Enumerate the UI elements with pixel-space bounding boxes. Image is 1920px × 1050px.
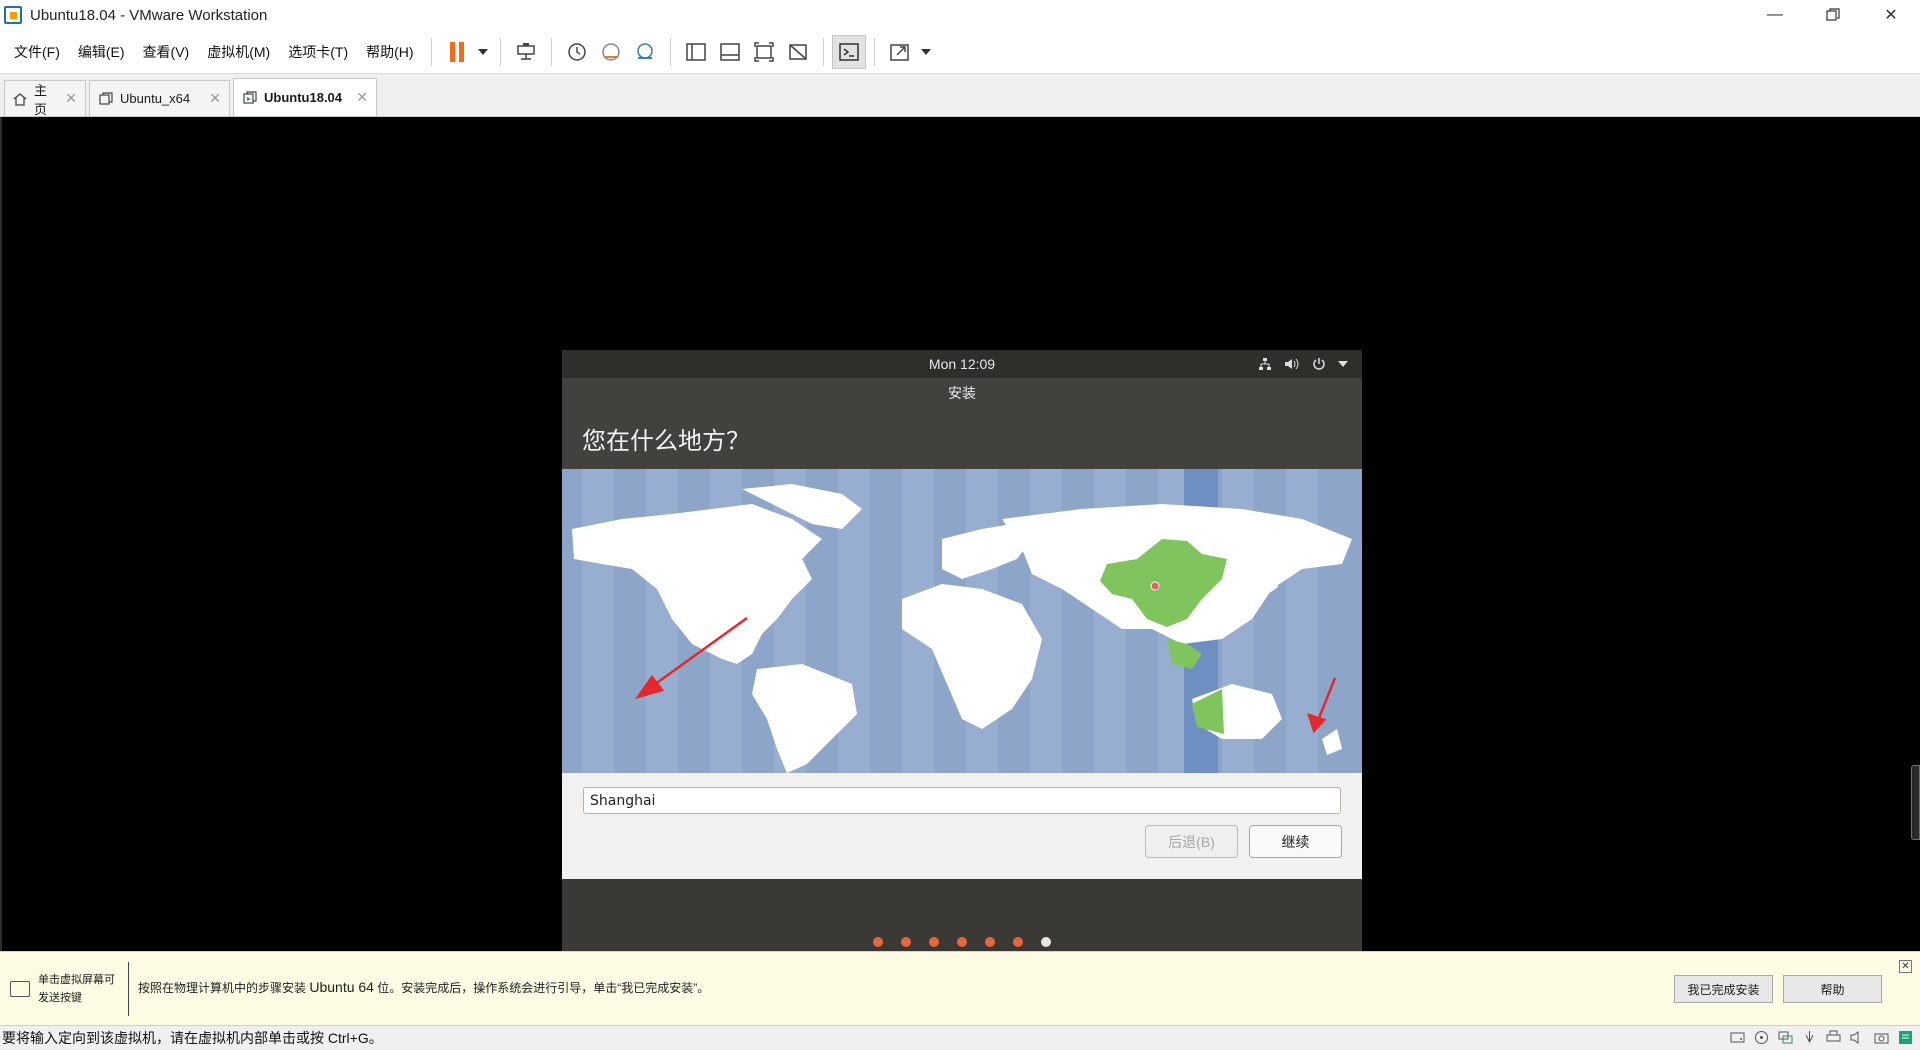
menu-toolbar: 文件(F) 编辑(E) 查看(V) 虚拟机(M) 选项卡(T) 帮助(H) [0,30,1920,74]
title-bar: Ubuntu18.04 - VMware Workstation — ✕ [0,0,1920,30]
tab-home[interactable]: 主页 ✕ [4,80,86,117]
pause-button[interactable] [440,35,474,69]
snapshot-button[interactable] [560,35,594,69]
arrow-head [634,674,665,700]
pause-icon [449,41,464,62]
vmware-logo-icon [4,6,22,24]
revert-snapshot-button[interactable] [594,35,628,69]
tab-label: Ubuntu_x64 [120,91,191,106]
vm-console[interactable]: Mon 12:09 安装 您在什么地方？ Shanghai 后退(B) 继续 [0,117,1920,951]
vm-edge-handle[interactable] [1911,765,1920,840]
tab-label: 主页 [34,82,48,117]
close-icon[interactable]: ✕ [1899,960,1912,973]
unity-mode-button[interactable] [781,35,815,69]
menu-help[interactable]: 帮助(H) [357,42,422,62]
full-screen-button[interactable] [747,35,781,69]
close-button[interactable]: ✕ [1862,0,1920,30]
menu-view[interactable]: 查看(V) [134,42,199,62]
show-library-button[interactable] [679,35,713,69]
revert-clock-icon [601,42,620,61]
hint-left-line2: 发送按键 [38,992,82,1004]
full-screen-icon [753,41,774,62]
window-title: Ubuntu18.04 - VMware Workstation [30,6,268,24]
toolbar-separator [669,37,671,66]
console-view-button[interactable] [831,34,866,69]
tab-ubuntu18[interactable]: Ubuntu18.04 ✕ [233,78,377,116]
tab-ubuntu-x64[interactable]: Ubuntu_x64 ✕ [89,80,230,116]
chevron-down-icon [920,48,931,55]
send-ctrl-alt-del-button[interactable] [509,35,543,69]
tab-label: Ubuntu18.04 [264,90,343,105]
menu-vm[interactable]: 虚拟机(M) [198,42,279,62]
usb-icon[interactable] [1801,1029,1818,1046]
chevron-down-icon [477,48,488,55]
menu-tabs[interactable]: 选项卡(T) [279,42,357,62]
hard-disk-icon[interactable] [1729,1029,1746,1046]
close-icon[interactable]: ✕ [195,90,221,107]
vm-icon [98,91,113,106]
toolbar-separator [499,37,501,66]
toolbar-separator [822,37,824,66]
tab-bar: 主页 ✕ Ubuntu_x64 ✕ Ubuntu18.04 ✕ [0,75,1920,117]
sidebar-layout-icon [685,42,706,61]
stretch-guest-button[interactable] [883,35,917,69]
hint-divider [128,962,129,1016]
thumbnail-bar-button[interactable] [713,35,747,69]
install-hint-bar: 单击虚拟屏幕可 发送按键 按照在物理计算机中的步骤安装 Ubuntu 64 位。… [0,951,1920,1025]
unity-mode-icon [788,43,807,60]
hint-left-line1: 单击虚拟屏幕可 [38,974,115,986]
restore-button[interactable] [1804,0,1862,30]
menu-edit[interactable]: 编辑(E) [69,42,134,62]
minimize-button[interactable]: — [1746,0,1804,30]
terminal-icon [838,42,859,61]
status-bar: 要将输入定向到该虚拟机，请在虚拟机内部单击或按 Ctrl+G。 [0,1025,1920,1050]
help-button[interactable]: 帮助 [1783,975,1882,1003]
keyboard-network-icon [516,42,535,60]
snapshot-clock-icon [567,42,586,61]
sound-card-icon[interactable] [1849,1029,1866,1046]
bottom-bar-layout-icon [719,42,740,61]
camera-icon[interactable] [1873,1029,1890,1046]
hint-message: 按照在物理计算机中的步骤安装 Ubuntu 64 位。安装完成后，操作系统会进行… [138,979,709,996]
menu-file[interactable]: 文件(F) [5,42,69,62]
toolbar-separator [550,37,552,66]
keyboard-icon [10,981,30,997]
stretch-dropdown[interactable] [917,35,935,69]
toolbar-separator [873,37,875,66]
done-install-button[interactable]: 我已完成安装 [1674,975,1773,1003]
message-log-icon[interactable] [1897,1029,1914,1046]
pause-dropdown[interactable] [474,35,492,69]
hint-os-name: Ubuntu 64 [309,979,374,995]
annotation-arrows [634,616,1337,734]
close-icon[interactable]: ✕ [51,90,77,107]
status-text: 要将输入定向到该虚拟机，请在虚拟机内部单击或按 Ctrl+G。 [2,1030,383,1046]
cd-dvd-icon[interactable] [1753,1029,1770,1046]
arrow-head [1307,713,1327,734]
printer-icon[interactable] [1825,1029,1842,1046]
hint-message-part2: 位。安装完成后，操作系统会进行引导，单击“我已完成安装”。 [373,981,710,995]
vm-running-icon [242,90,257,105]
home-icon [13,91,27,106]
snapshot-manager-button[interactable] [628,35,662,69]
snapshot-manager-icon [636,42,653,59]
network-adapter-icon[interactable] [1777,1029,1794,1046]
close-icon[interactable]: ✕ [342,89,368,106]
hint-message-part1: 按照在物理计算机中的步骤安装 [138,981,310,995]
toolbar-separator [430,37,432,66]
stretch-icon [889,43,909,61]
